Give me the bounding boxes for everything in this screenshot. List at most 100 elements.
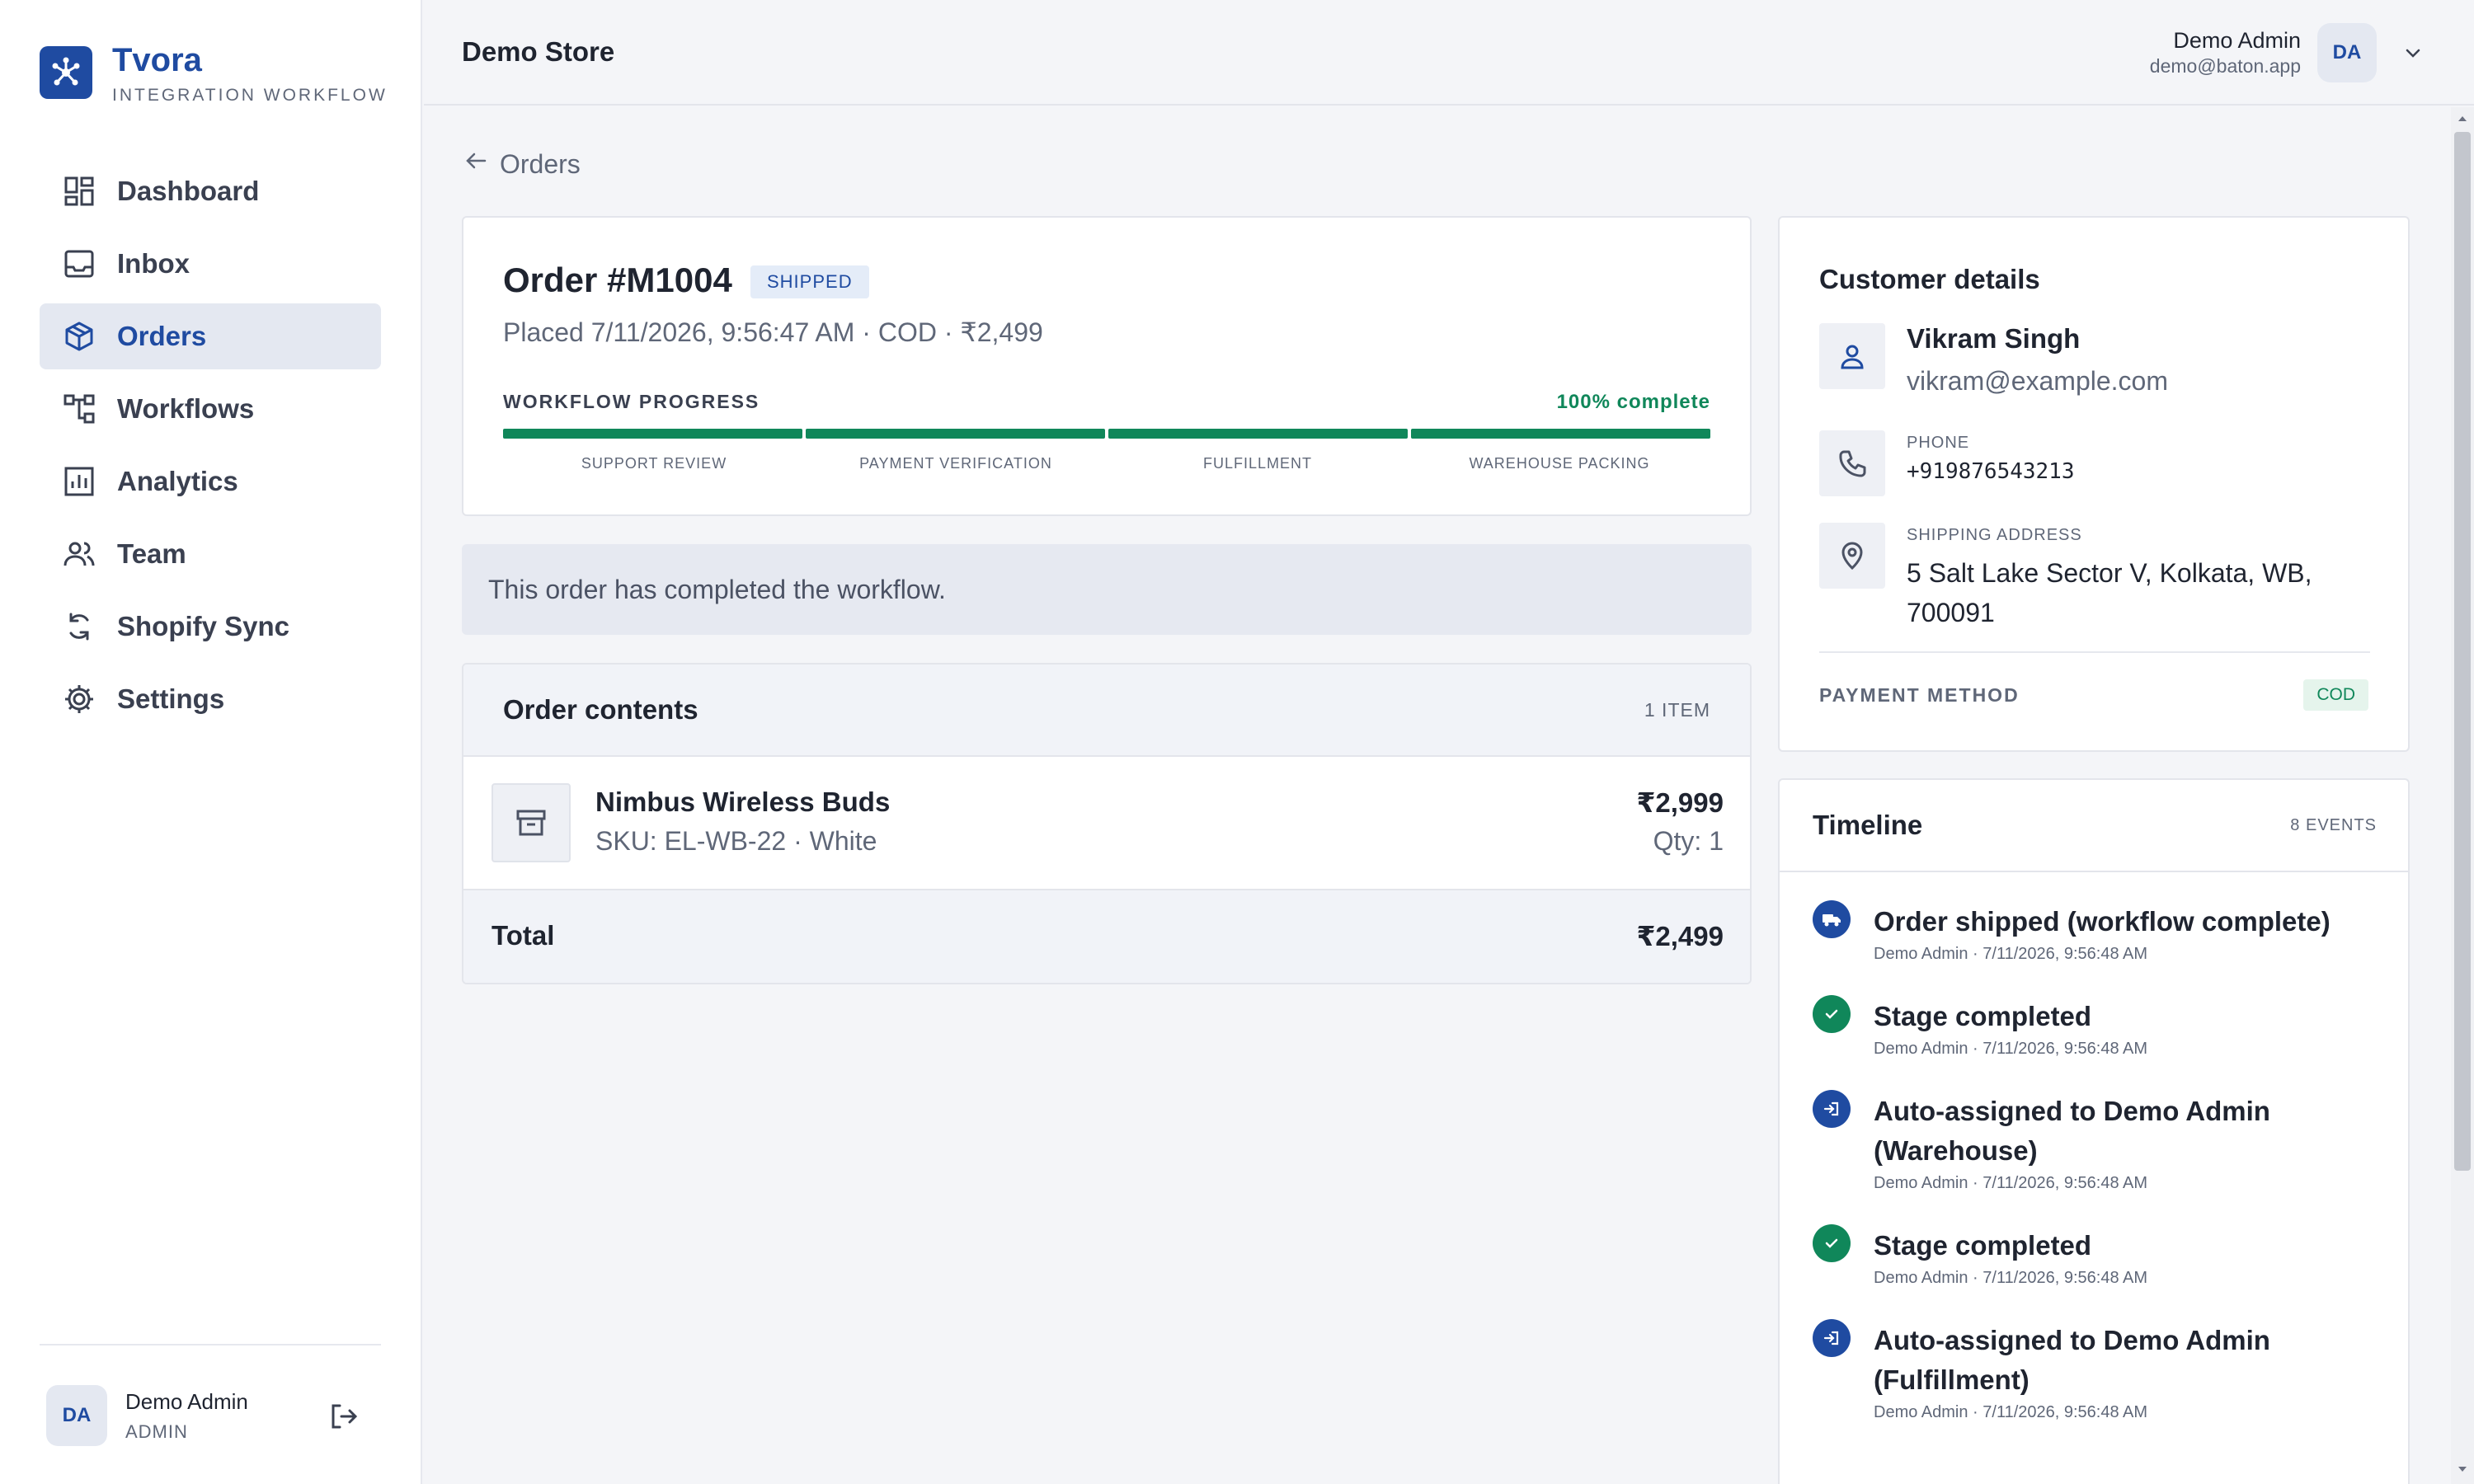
sidebar-divider xyxy=(40,1344,381,1345)
order-contents-card: Order contents 1 ITEM Nimbus Wireless Bu… xyxy=(462,663,1752,984)
team-icon xyxy=(61,536,97,572)
workflow-progress-fill xyxy=(1108,429,1408,439)
header-user-name: Demo Admin xyxy=(2173,28,2301,53)
brand-logo-icon xyxy=(40,46,92,99)
inbox-icon xyxy=(61,246,97,282)
top-header: Demo Store Demo Admin demo@baton.app DA xyxy=(424,0,2474,106)
timeline-event-text: Order shipped (workflow complete) xyxy=(1874,906,2331,937)
check-icon xyxy=(1813,1224,1851,1262)
item-sku: SKU: EL-WB-22 · White xyxy=(595,826,877,856)
order-summary-card: Order #M1004 SHIPPED Placed 7/11/2026, 9… xyxy=(462,216,1752,516)
workflow-progress-fill xyxy=(806,429,1105,439)
timeline-event: Stage completed Demo Admin · 7/11/2026, … xyxy=(1813,995,2382,1059)
payment-method-badge: COD xyxy=(2303,679,2368,711)
map-pin-icon xyxy=(1819,523,1885,589)
workflow-progress-fill xyxy=(1411,429,1710,439)
total-row: Total ₹2,499 xyxy=(463,890,1750,983)
sidebar-nav: Dashboard Inbox Orders Workflows Analyti… xyxy=(40,158,381,739)
back-to-orders-link[interactable]: Orders xyxy=(463,148,581,180)
assign-icon xyxy=(1813,1090,1851,1128)
box-icon xyxy=(61,318,97,355)
timeline-event: Auto-assigned to Demo Admin (Fulfillment… xyxy=(1813,1319,2382,1422)
shipping-address: 5 Salt Lake Sector V, Kolkata, WB, 70009… xyxy=(1907,558,2312,627)
customer-details-card: Customer details Vikram Singh vikram@exa… xyxy=(1778,216,2410,752)
sidebar-item-settings[interactable]: Settings xyxy=(40,666,381,732)
timeline-event-text: Auto-assigned to Demo Admin (Fulfillment… xyxy=(1874,1325,2270,1395)
customer-details-title: Customer details xyxy=(1819,264,2040,294)
timeline-event-meta: Demo Admin · 7/11/2026, 9:56:48 AM xyxy=(1874,1269,2148,1287)
brand-name: Tvora xyxy=(112,42,202,78)
logout-icon[interactable] xyxy=(327,1400,360,1433)
customer-phone: +919876543213 xyxy=(1907,459,2075,484)
truck-icon xyxy=(1813,900,1851,938)
sidebar-item-inbox[interactable]: Inbox xyxy=(40,231,381,297)
sidebar-item-label: Dashboard xyxy=(117,176,260,206)
scroll-up-icon[interactable] xyxy=(2454,110,2471,127)
phone-icon xyxy=(1819,430,1885,496)
scroll-down-icon[interactable] xyxy=(2454,1461,2471,1477)
sidebar: Tvora INTEGRATION WORKFLOW Dashboard Inb… xyxy=(0,0,422,1484)
user-icon xyxy=(1819,323,1885,389)
sidebar-item-orders[interactable]: Orders xyxy=(40,303,381,369)
workflow-complete-notice: This order has completed the workflow. xyxy=(462,544,1752,635)
sidebar-user-name: Demo Admin xyxy=(125,1388,248,1414)
sidebar-item-shopify-sync[interactable]: Shopify Sync xyxy=(40,594,381,660)
workflow-percent: 100% complete xyxy=(1556,391,1710,413)
item-name: Nimbus Wireless Buds xyxy=(595,787,891,817)
arrow-left-icon xyxy=(463,148,488,180)
shipping-address-label: SHIPPING ADDRESS xyxy=(1907,526,2082,544)
sidebar-item-workflows[interactable]: Workflows xyxy=(40,376,381,442)
workflow-stage-label: WAREHOUSE PACKING xyxy=(1469,455,1650,472)
timeline-event-text: Stage completed xyxy=(1874,1230,2092,1261)
workflow-progress-segment xyxy=(806,429,1105,439)
customer-email[interactable]: vikram@example.com xyxy=(1907,366,2168,397)
archive-box-icon xyxy=(492,783,571,862)
customer-address-row: SHIPPING ADDRESS 5 Salt Lake Sector V, K… xyxy=(1819,523,2368,632)
customer-name: Vikram Singh xyxy=(1907,323,2081,354)
timeline-card: Timeline 8 EVENTS Order shipped (workflo… xyxy=(1778,778,2410,1484)
sidebar-item-label: Inbox xyxy=(117,248,190,279)
timeline-event-text: Auto-assigned to Demo Admin (Warehouse) xyxy=(1874,1096,2270,1166)
workflow-progress-segment xyxy=(1411,429,1710,439)
status-badge: SHIPPED xyxy=(750,265,869,298)
workflow-progress-label: WORKFLOW PROGRESS xyxy=(503,391,760,412)
sidebar-item-label: Shopify Sync xyxy=(117,611,290,641)
sidebar-item-label: Workflows xyxy=(117,393,255,424)
sidebar-item-dashboard[interactable]: Dashboard xyxy=(40,158,381,224)
order-meta: Placed 7/11/2026, 9:56:47 AM · COD · ₹2,… xyxy=(503,317,1043,347)
workflow-stages: SUPPORT REVIEW PAYMENT VERIFICATION FULF… xyxy=(503,455,1710,472)
sidebar-item-team[interactable]: Team xyxy=(40,521,381,587)
item-price: ₹2,999 xyxy=(1636,787,1724,818)
sidebar-item-label: Settings xyxy=(117,683,225,714)
timeline-event-meta: Demo Admin · 7/11/2026, 9:56:48 AM xyxy=(1874,1174,2148,1192)
timeline-event-meta: Demo Admin · 7/11/2026, 9:56:48 AM xyxy=(1874,1040,2148,1058)
scrollbar-thumb[interactable] xyxy=(2454,132,2471,1171)
timeline-event-text: Stage completed xyxy=(1874,1001,2092,1031)
sidebar-item-analytics[interactable]: Analytics xyxy=(40,448,381,514)
timeline-event-count: 8 EVENTS xyxy=(2290,816,2377,834)
customer-phone-row: PHONE +919876543213 xyxy=(1819,430,2075,496)
user-menu[interactable]: Demo Admin demo@baton.app DA xyxy=(2150,23,2426,82)
timeline-event: Auto-assigned to Demo Admin (Warehouse) … xyxy=(1813,1090,2382,1193)
sidebar-user-role: ADMIN xyxy=(125,1421,188,1442)
sync-icon xyxy=(61,608,97,645)
analytics-icon xyxy=(61,463,97,500)
brand[interactable]: Tvora INTEGRATION WORKFLOW xyxy=(40,41,388,106)
phone-label: PHONE xyxy=(1907,434,1970,452)
timeline-event-meta: Demo Admin · 7/11/2026, 9:56:48 AM xyxy=(1874,1403,2148,1421)
sidebar-item-label: Analytics xyxy=(117,466,238,496)
customer-name-row: Vikram Singh vikram@example.com xyxy=(1819,323,2168,397)
sidebar-item-label: Orders xyxy=(117,321,207,351)
workflow-stage-label: PAYMENT VERIFICATION xyxy=(859,455,1052,472)
timeline-list: Order shipped (workflow complete) Demo A… xyxy=(1813,900,2382,1455)
brand-subtitle: INTEGRATION WORKFLOW xyxy=(112,86,388,105)
chevron-down-icon[interactable] xyxy=(2400,40,2426,66)
store-name: Demo Store xyxy=(462,36,615,67)
order-contents-title: Order contents xyxy=(503,694,698,725)
workflow-stage-label: SUPPORT REVIEW xyxy=(581,455,727,472)
workflow-progress-fill xyxy=(503,429,802,439)
back-label: Orders xyxy=(500,148,581,179)
header-user-email: demo@baton.app xyxy=(2149,55,2301,77)
timeline-event: Order shipped (workflow complete) Demo A… xyxy=(1813,900,2382,964)
workflow-progress-bar xyxy=(503,429,1710,439)
